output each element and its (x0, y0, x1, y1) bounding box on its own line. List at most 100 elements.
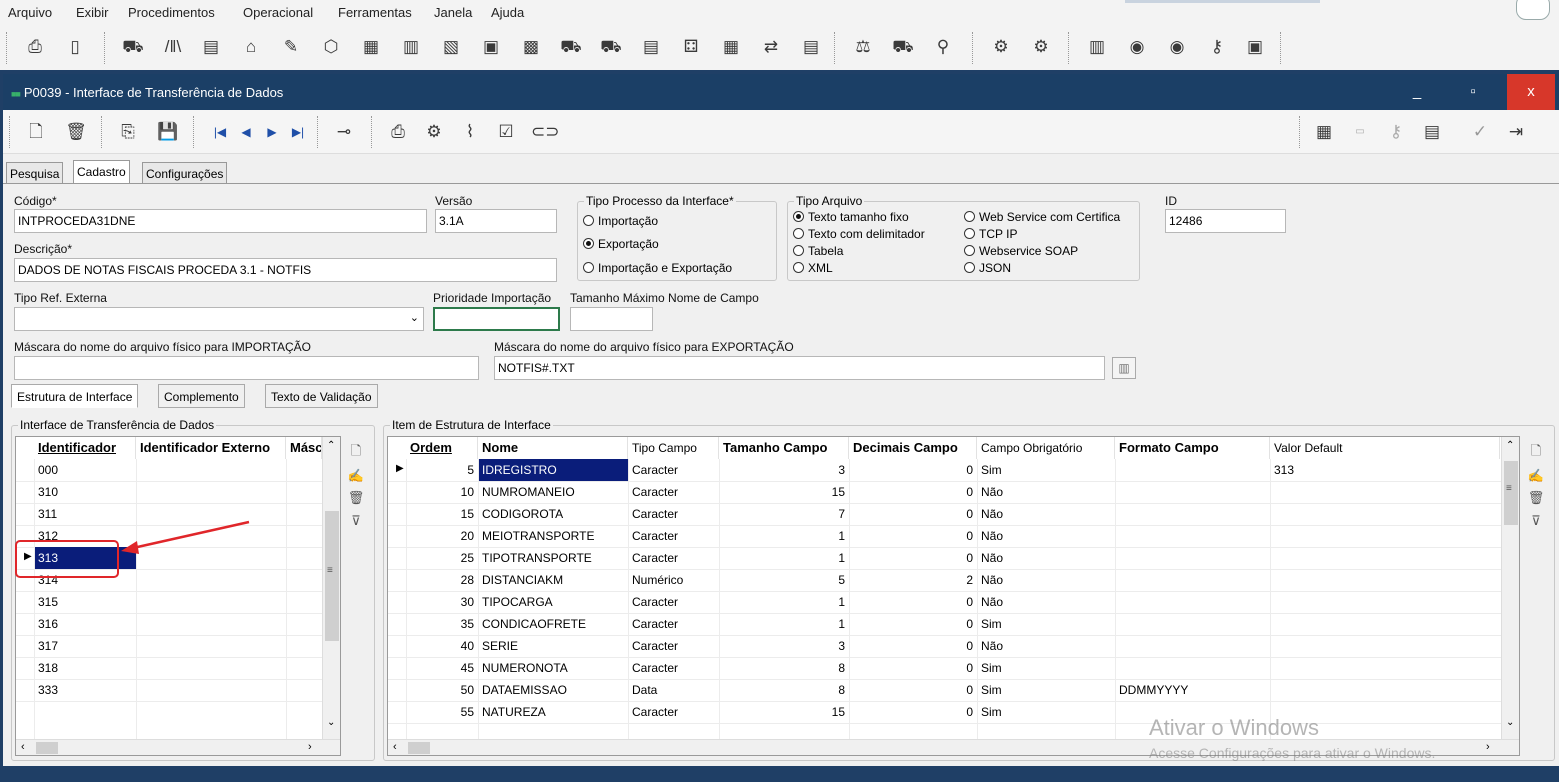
cell-tamanho-campo[interactable]: 15 (719, 481, 849, 503)
cell-decimais-campo[interactable]: 0 (849, 679, 977, 701)
checkbox-icon[interactable]: ☑ (495, 121, 517, 143)
menu-ajuda[interactable]: Ajuda (491, 5, 524, 20)
menu-ferramentas[interactable]: Ferramentas (338, 5, 412, 20)
cell-tamanho-campo[interactable]: 7 (719, 503, 849, 525)
cell-ordem[interactable]: 5 (406, 459, 478, 481)
cell-tipo-campo[interactable]: Caracter (628, 701, 719, 723)
radio-importacao-exportacao[interactable]: Importação e Exportação (583, 261, 732, 275)
cell-decimais-campo[interactable]: 0 (849, 635, 977, 657)
cell-campo-obrigatorio[interactable]: Sim (977, 679, 1115, 701)
cell-tamanho-campo[interactable]: 15 (719, 701, 849, 723)
left-row-identificador[interactable]: 000 (34, 459, 136, 481)
cell-valor-default[interactable] (1270, 679, 1500, 701)
left-row-identificador[interactable]: 310 (34, 481, 136, 503)
cell-tamanho-campo[interactable]: 1 (719, 591, 849, 613)
previous-record-icon[interactable]: ◀ (235, 121, 257, 143)
save-icon[interactable]: 💾 (157, 121, 179, 143)
left-vscroll[interactable]: ⌃ ≡ ⌄ (322, 437, 340, 739)
delete-icon[interactable]: 🗑 (65, 121, 87, 143)
radio-web-service-certificado[interactable]: Web Service com Certifica (964, 210, 1139, 224)
cell-decimais-campo[interactable]: 0 (849, 591, 977, 613)
next-record-icon[interactable]: ▶ (261, 121, 283, 143)
invoice-icon[interactable]: ▤ (200, 36, 222, 58)
header-campo-obrigatorio[interactable]: Campo Obrigatório (977, 437, 1115, 459)
radio-tcp-ip-circle[interactable] (964, 228, 975, 239)
cell-campo-obrigatorio[interactable]: Sim (977, 459, 1115, 481)
cell-decimais-campo[interactable]: 0 (849, 657, 977, 679)
chart-button-icon[interactable]: ▥ (1112, 357, 1136, 379)
road-icon[interactable]: /‖\ (162, 36, 184, 58)
tab-cadastro[interactable]: Cadastro (73, 160, 130, 184)
filter-icon[interactable]: ⊽ (1527, 512, 1545, 530)
cell-campo-obrigatorio[interactable]: Não (977, 635, 1115, 657)
users-icon[interactable]: ◉ (1166, 36, 1188, 58)
cell-tamanho-campo[interactable]: 1 (719, 613, 849, 635)
scroll-up-icon[interactable]: ⌃ (327, 440, 335, 451)
transfer-icon[interactable]: ⇄ (760, 36, 782, 58)
scale-icon[interactable]: ⚖ (852, 36, 874, 58)
gear-icon[interactable]: ⚙ (990, 36, 1012, 58)
new-record-icon[interactable]: 🗋 (25, 121, 47, 143)
left-row-identificador[interactable]: 316 (34, 613, 136, 635)
menu-procedimentos[interactable]: Procedimentos (128, 5, 215, 20)
cell-decimais-campo[interactable]: 0 (849, 459, 977, 481)
right-vscroll[interactable]: ⌃ ≡ ⌄ (1501, 437, 1519, 739)
cell-formato-campo[interactable] (1115, 547, 1270, 569)
doc-check-icon[interactable]: ▤ (640, 36, 662, 58)
cell-formato-campo[interactable] (1115, 613, 1270, 635)
user-key-icon[interactable]: ⚷ (1206, 36, 1228, 58)
cell-campo-obrigatorio[interactable]: Não (977, 591, 1115, 613)
building-icon[interactable]: ▥ (1086, 36, 1108, 58)
first-record-icon[interactable]: |◀ (209, 121, 231, 143)
cell-formato-campo[interactable] (1115, 481, 1270, 503)
truck-money-icon[interactable]: ⛟ (560, 36, 582, 58)
cell-tamanho-campo[interactable]: 1 (719, 547, 849, 569)
left-row-identificador[interactable]: 333 (34, 679, 136, 701)
link-icon[interactable]: ⊂⊃ (531, 121, 560, 143)
cell-tipo-campo[interactable]: Caracter (628, 525, 719, 547)
cell-nome[interactable]: DISTANCIAKM (478, 569, 628, 591)
descricao-input[interactable]: DADOS DE NOTAS FISCAIS PROCEDA 3.1 - NOT… (14, 258, 557, 282)
cell-campo-obrigatorio[interactable]: Não (977, 481, 1115, 503)
menu-janela[interactable]: Janela (434, 5, 472, 20)
subtab-texto-validacao[interactable]: Texto de Validação (265, 384, 378, 408)
cell-decimais-campo[interactable]: 0 (849, 525, 977, 547)
radio-json-circle[interactable] (964, 262, 975, 273)
header-tamanho-campo[interactable]: Tamanho Campo (719, 437, 849, 459)
left-header-mascara[interactable]: Másc (286, 437, 322, 459)
scroll-left-icon[interactable]: ‹ (393, 741, 397, 753)
cell-valor-default[interactable] (1270, 481, 1500, 503)
right-hscroll-thumb[interactable] (408, 742, 430, 754)
confirm-icon[interactable]: ✓ (1469, 121, 1491, 143)
cell-tipo-campo[interactable]: Caracter (628, 459, 719, 481)
delete-item-icon[interactable]: 🗑 (1527, 489, 1545, 507)
cell-decimais-campo[interactable]: 0 (849, 481, 977, 503)
sql-icon[interactable]: ▭ (1349, 121, 1371, 143)
top-corner-button[interactable] (1516, 0, 1550, 20)
truck-dollar-icon[interactable]: ⛟ (892, 36, 914, 58)
search-record-icon[interactable]: ⊸ (333, 121, 355, 143)
cell-nome[interactable]: SERIE (478, 635, 628, 657)
cell-decimais-campo[interactable]: 0 (849, 701, 977, 723)
attachment-icon[interactable]: ⌇ (459, 121, 481, 143)
doc-money-icon[interactable]: ▤ (800, 36, 822, 58)
radio-xml-circle[interactable] (793, 262, 804, 273)
tab-pesquisa[interactable]: Pesquisa (6, 162, 64, 184)
versao-input[interactable]: 3.1A (435, 209, 557, 233)
cell-formato-campo[interactable] (1115, 569, 1270, 591)
cell-campo-obrigatorio[interactable]: Não (977, 547, 1115, 569)
delete-item-icon[interactable]: 🗑 (347, 489, 365, 507)
cell-tamanho-campo[interactable]: 1 (719, 525, 849, 547)
truck-cargo-icon[interactable]: ⛟ (600, 36, 622, 58)
header-tipo-campo[interactable]: Tipo Campo (628, 437, 719, 459)
radio-soap-circle[interactable] (964, 245, 975, 256)
cell-campo-obrigatorio[interactable]: Sim (977, 701, 1115, 723)
cell-campo-obrigatorio[interactable]: Sim (977, 613, 1115, 635)
last-record-icon[interactable]: ▶| (287, 121, 309, 143)
cell-valor-default[interactable]: 313 (1270, 459, 1500, 481)
scroll-left-icon[interactable]: ‹ (21, 741, 25, 753)
cell-decimais-campo[interactable]: 0 (849, 503, 977, 525)
cell-ordem[interactable]: 35 (406, 613, 478, 635)
cell-ordem[interactable]: 45 (406, 657, 478, 679)
cell-tipo-campo[interactable]: Caracter (628, 481, 719, 503)
